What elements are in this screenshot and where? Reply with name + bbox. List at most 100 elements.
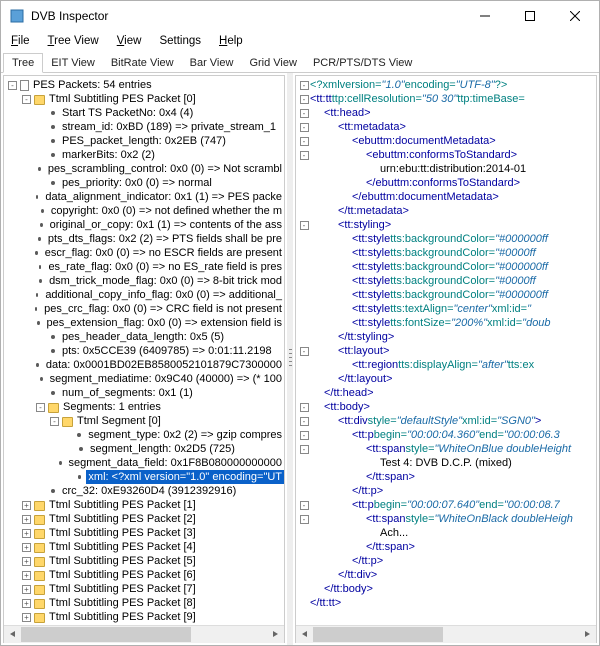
xml-line[interactable]: <tt:style tts:backgroundColor="#000000ff: [298, 288, 596, 302]
tree-row[interactable]: -Ttml Segment [0]: [6, 414, 284, 428]
xml-line[interactable]: </tt:span>: [298, 470, 596, 484]
tree-row[interactable]: +Ttml Subtitling PES Packet [8]: [6, 596, 284, 610]
expand-icon[interactable]: +: [22, 501, 31, 510]
xml-line[interactable]: <tt:style tts:fontSize="200%" xml:id="do…: [298, 316, 596, 330]
xml-line[interactable]: <tt:region tts:displayAlign="after" tts:…: [298, 358, 596, 372]
tree-row[interactable]: num_of_segments: 0x1 (1): [6, 386, 284, 400]
expand-icon[interactable]: +: [22, 599, 31, 608]
tree-row[interactable]: PES_packet_length: 0x2EB (747): [6, 134, 284, 148]
tree-row[interactable]: xml: <?xml version="1.0" encoding="UT: [6, 470, 284, 484]
tree-row[interactable]: stream_id: 0xBD (189) => private_stream_…: [6, 120, 284, 134]
xml-line[interactable]: Ach...: [298, 526, 596, 540]
tab-bar-view[interactable]: Bar View: [182, 54, 242, 72]
tree-row[interactable]: +Ttml Subtitling PES Packet [9]: [6, 610, 284, 624]
xml-view[interactable]: -<?xml version="1.0" encoding="UTF-8"?>-…: [296, 76, 596, 625]
xml-line[interactable]: -<tt:styling>: [298, 218, 596, 232]
tree-row[interactable]: -PES Packets: 54 entries: [6, 78, 284, 92]
tree-row[interactable]: +Ttml Subtitling PES Packet [5]: [6, 554, 284, 568]
tree-row[interactable]: segment_length: 0x2D5 (725): [6, 442, 284, 456]
tree-row[interactable]: +Ttml Subtitling PES Packet [1]: [6, 498, 284, 512]
xml-line[interactable]: -<tt:body>: [298, 400, 596, 414]
tree-view[interactable]: -PES Packets: 54 entries-Ttml Subtitling…: [4, 76, 284, 625]
tree-row[interactable]: segment_type: 0x2 (2) => gzip compres: [6, 428, 284, 442]
tree-row[interactable]: +Ttml Subtitling PES Packet [7]: [6, 582, 284, 596]
tree-row[interactable]: Start TS PacketNo: 0x4 (4): [6, 106, 284, 120]
scroll-left-icon[interactable]: [296, 626, 313, 643]
tree-row[interactable]: +Ttml Subtitling PES Packet [4]: [6, 540, 284, 554]
tree-row[interactable]: data_alignment_indicator: 0x1 (1) => PES…: [6, 190, 284, 204]
close-button[interactable]: [552, 2, 597, 30]
collapse-icon[interactable]: -: [8, 81, 17, 90]
tree-row[interactable]: -Segments: 1 entries: [6, 400, 284, 414]
xml-line[interactable]: -<tt:tt ttp:cellResolution="50 30" ttp:t…: [298, 92, 596, 106]
xml-line[interactable]: </tt:tt>: [298, 596, 596, 610]
xml-line[interactable]: <tt:style tts:backgroundColor="#000000ff: [298, 260, 596, 274]
xml-line[interactable]: </tt:body>: [298, 582, 596, 596]
xml-line[interactable]: -<tt:layout>: [298, 344, 596, 358]
tree-row[interactable]: pes_scrambling_control: 0x0 (0) => Not s…: [6, 162, 284, 176]
xml-line[interactable]: <tt:style tts:backgroundColor="#0000ff: [298, 246, 596, 260]
tree-row[interactable]: crc_32: 0xE93260D4 (3912392916): [6, 484, 284, 498]
xml-line[interactable]: <tt:style tts:backgroundColor="#0000ff: [298, 274, 596, 288]
tree-row[interactable]: copyright: 0x0 (0) => not defined whethe…: [6, 204, 284, 218]
tree-row[interactable]: pes_header_data_length: 0x5 (5): [6, 330, 284, 344]
fold-icon[interactable]: -: [300, 445, 309, 454]
tree-row[interactable]: data: 0x0001BD02EB8580052101879C7300000: [6, 358, 284, 372]
expand-icon[interactable]: +: [22, 571, 31, 580]
tree-row[interactable]: markerBits: 0x2 (2): [6, 148, 284, 162]
xml-line[interactable]: -<tt:p begin="00:00:04.360" end="00:00:0…: [298, 428, 596, 442]
fold-icon[interactable]: -: [300, 137, 309, 146]
tree-row[interactable]: segment_mediatime: 0x9C40 (40000) => (* …: [6, 372, 284, 386]
fold-icon[interactable]: -: [300, 221, 309, 230]
tree-hscrollbar[interactable]: [4, 625, 284, 642]
tree-row[interactable]: original_or_copy: 0x1 (1) => contents of…: [6, 218, 284, 232]
splitter[interactable]: [287, 73, 293, 645]
expand-icon[interactable]: +: [22, 613, 31, 622]
collapse-icon[interactable]: -: [22, 95, 31, 104]
fold-icon[interactable]: -: [300, 515, 309, 524]
expand-icon[interactable]: +: [22, 529, 31, 538]
xml-line[interactable]: -<tt:span style="WhiteOnBlack doubleHeig…: [298, 512, 596, 526]
minimize-button[interactable]: [462, 2, 507, 30]
fold-icon[interactable]: -: [300, 123, 309, 132]
menu-file[interactable]: File: [3, 33, 38, 49]
scroll-left-icon[interactable]: [4, 626, 21, 643]
tree-row[interactable]: -Ttml Subtitling PES Packet [0]: [6, 92, 284, 106]
tab-bitrate-view[interactable]: BitRate View: [103, 54, 182, 72]
scroll-right-icon[interactable]: [579, 626, 596, 643]
xml-line[interactable]: -<ebuttm:conformsToStandard>: [298, 148, 596, 162]
xml-line[interactable]: -<tt:metadata>: [298, 120, 596, 134]
xml-line[interactable]: urn:ebu:tt:distribution:2014-01: [298, 162, 596, 176]
tree-row[interactable]: +Ttml Subtitling PES Packet [3]: [6, 526, 284, 540]
tab-pcr-pts-dts-view[interactable]: PCR/PTS/DTS View: [305, 54, 420, 72]
expand-icon[interactable]: +: [22, 557, 31, 566]
fold-icon[interactable]: -: [300, 501, 309, 510]
fold-icon[interactable]: -: [300, 403, 309, 412]
fold-icon[interactable]: -: [300, 151, 309, 160]
xml-line[interactable]: <tt:style tts:textAlign="center" xml:id=…: [298, 302, 596, 316]
xml-line[interactable]: -<tt:head>: [298, 106, 596, 120]
tree-row[interactable]: pes_priority: 0x0 (0) => normal: [6, 176, 284, 190]
xml-line[interactable]: </tt:span>: [298, 540, 596, 554]
tree-row[interactable]: es_rate_flag: 0x0 (0) => no ES_rate fiel…: [6, 260, 284, 274]
tree-row[interactable]: additional_copy_info_flag: 0x0 (0) => ad…: [6, 288, 284, 302]
tab-eit-view[interactable]: EIT View: [43, 54, 103, 72]
maximize-button[interactable]: [507, 2, 552, 30]
tree-row[interactable]: escr_flag: 0x0 (0) => no ESCR fields are…: [6, 246, 284, 260]
fold-icon[interactable]: -: [300, 109, 309, 118]
xml-line[interactable]: </tt:div>: [298, 568, 596, 582]
menu-help[interactable]: Help: [211, 33, 251, 49]
xml-line[interactable]: </tt:head>: [298, 386, 596, 400]
xml-line[interactable]: </tt:p>: [298, 554, 596, 568]
xml-line[interactable]: -<ebuttm:documentMetadata>: [298, 134, 596, 148]
fold-icon[interactable]: -: [300, 417, 309, 426]
xml-line[interactable]: </tt:layout>: [298, 372, 596, 386]
fold-icon[interactable]: -: [300, 431, 309, 440]
tree-row[interactable]: dsm_trick_mode_flag: 0x0 (0) => 8-bit tr…: [6, 274, 284, 288]
xml-line[interactable]: </tt:p>: [298, 484, 596, 498]
menu-settings[interactable]: Settings: [151, 33, 209, 49]
fold-icon[interactable]: -: [300, 95, 309, 104]
tree-row[interactable]: pes_extension_flag: 0x0 (0) => extension…: [6, 316, 284, 330]
xml-line[interactable]: </tt:metadata>: [298, 204, 596, 218]
scroll-right-icon[interactable]: [267, 626, 284, 643]
